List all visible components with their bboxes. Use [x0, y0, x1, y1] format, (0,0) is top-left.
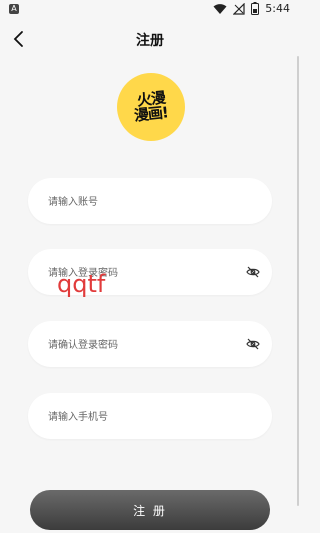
eye-off-icon[interactable]	[246, 337, 260, 351]
eye-off-icon[interactable]	[246, 265, 260, 279]
register-button[interactable]: 注 册	[30, 490, 270, 530]
clock: 5:44	[265, 2, 290, 15]
logo-text-line2: 漫画!	[133, 103, 169, 125]
app-logo: 火漫 漫画!	[117, 73, 185, 141]
confirm-password-field[interactable]	[28, 321, 272, 369]
scrollbar[interactable]	[297, 56, 299, 506]
account-field[interactable]	[28, 178, 272, 226]
wifi-icon	[213, 3, 227, 14]
confirm-password-input[interactable]	[46, 321, 240, 369]
top-nav: 注册	[0, 22, 300, 56]
status-bar: A 5:44	[0, 0, 300, 20]
page-title: 注册	[136, 33, 164, 49]
status-icons: 5:44	[213, 2, 290, 15]
signal-icon	[233, 2, 245, 15]
account-input[interactable]	[46, 178, 240, 226]
watermark-text: qqtf	[57, 270, 106, 298]
notification-icon: A	[9, 4, 19, 14]
battery-icon	[251, 2, 260, 15]
phone-input[interactable]	[46, 393, 240, 441]
phone-field[interactable]	[28, 393, 272, 441]
